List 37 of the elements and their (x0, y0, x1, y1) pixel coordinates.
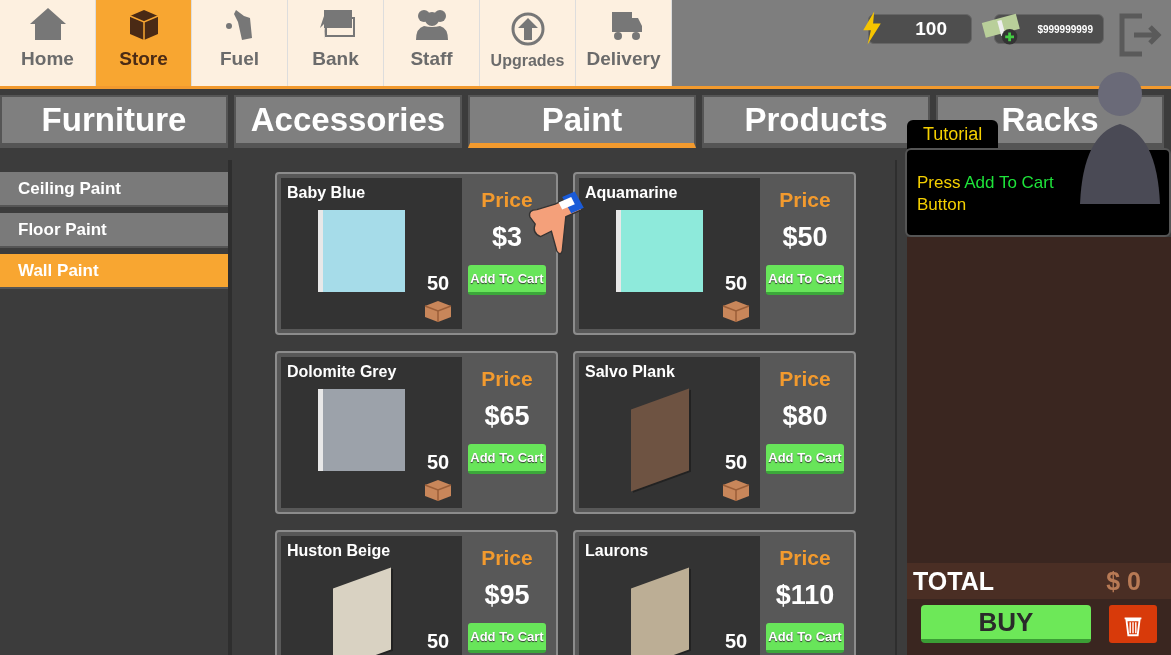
total-label: TOTAL (913, 566, 994, 596)
total-amount: $ 0 (1106, 566, 1141, 596)
subcategory-item[interactable]: Ceiling Paint (0, 172, 228, 207)
tutorial-message: Press Add To Cart Button (917, 172, 1055, 217)
product-name: Baby Blue (287, 184, 367, 202)
price-value: $110 (775, 580, 835, 611)
price-label: Price (481, 367, 533, 391)
stock-quantity: 50 (724, 451, 748, 474)
category-tab[interactable]: Accessories (234, 95, 462, 148)
price-value: $3 (491, 222, 522, 253)
product-name: Aquamarine (585, 184, 679, 202)
price-value: $50 (782, 222, 828, 253)
stock-quantity: 50 (426, 630, 450, 653)
product-name: Dolomite Grey (287, 363, 398, 381)
product-name: Salvo Plank (585, 363, 676, 381)
price-label: Price (779, 546, 831, 570)
stock-quantity: 50 (426, 451, 450, 474)
price-label: Price (779, 367, 831, 391)
lightning-icon (861, 11, 883, 45)
product-name: Huston Beige (287, 542, 392, 560)
stock-quantity: 50 (724, 272, 748, 295)
nav-tab[interactable]: Store (96, 0, 192, 86)
clear-cart-button[interactable] (1109, 605, 1157, 643)
price-label: Price (481, 188, 533, 212)
product-name: Laurons (585, 542, 650, 560)
subcategory-item[interactable]: Floor Paint (0, 213, 228, 248)
category-tab[interactable]: Paint (468, 95, 696, 148)
price-value: $80 (782, 401, 828, 432)
tutorial-title: Tutorial (907, 120, 999, 149)
price-label: Price (481, 546, 533, 570)
category-tab[interactable]: Furniture (0, 95, 228, 148)
stock-quantity: 50 (426, 272, 450, 295)
price-value: $65 (484, 401, 530, 432)
stock-quantity: 50 (724, 630, 748, 653)
price-label: Price (779, 188, 831, 212)
price-value: $95 (484, 580, 530, 611)
buy-button[interactable]: BUY (921, 605, 1091, 643)
